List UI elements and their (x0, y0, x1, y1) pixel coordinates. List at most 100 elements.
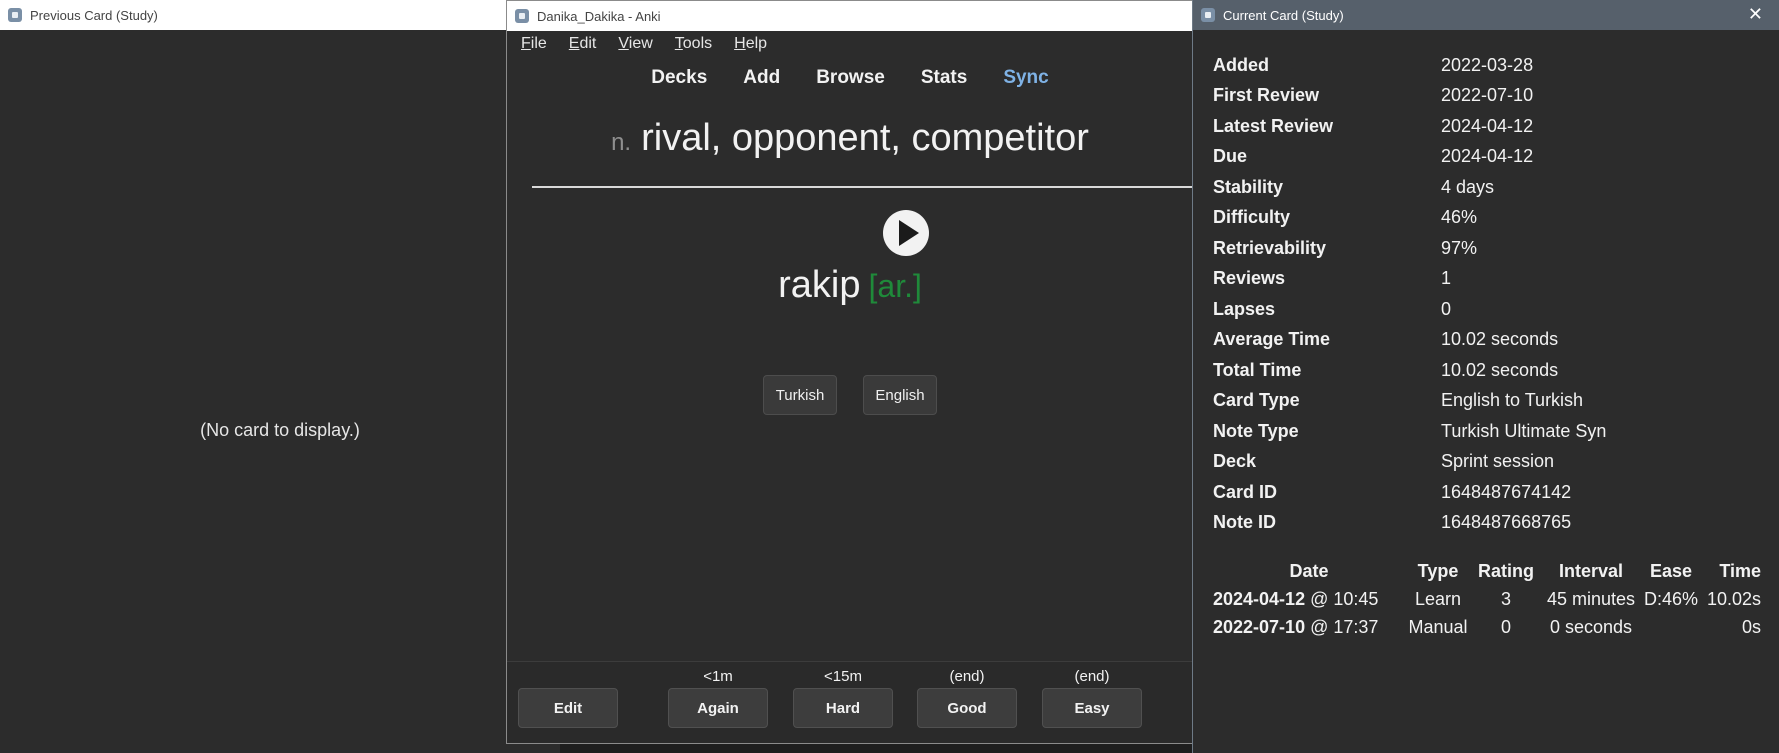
stat-row: Reviews 1 (1213, 264, 1606, 295)
current-card-title: Current Card (Study) (1223, 7, 1344, 23)
stat-row: Difficulty 46% (1213, 203, 1606, 234)
no-card-message: (No card to display.) (200, 420, 360, 440)
card-front: n. rival, opponent, competitor (507, 117, 1193, 160)
stat-label: Lapses (1213, 298, 1276, 319)
table-row: 2024-04-12 @ 10:45 Learn 3 45 minutes D:… (1213, 585, 1761, 613)
hard-interval: <15m (824, 668, 862, 685)
stat-row: First Review 2022-07-10 (1213, 81, 1606, 112)
stat-row: Card ID 1648487674142 (1213, 477, 1606, 508)
stat-value: Turkish Ultimate Syn (1441, 420, 1607, 441)
toolbar-sync[interactable]: Sync (1003, 67, 1048, 89)
origin-tag: [ar.] (868, 268, 922, 304)
menu-bar: File Edit View Tools Help (507, 31, 1193, 57)
hard-button[interactable]: Hard (793, 688, 893, 728)
anki-app-icon (1201, 8, 1215, 22)
toolbar-decks[interactable]: Decks (651, 67, 707, 89)
review-time: 0s (1741, 616, 1761, 637)
col-rating: Rating (1478, 561, 1534, 581)
card-meaning: rival, opponent, competitor (641, 117, 1089, 159)
stat-label: Card Type (1213, 390, 1300, 411)
card-stats: Added 2022-03-28 First Review 2022-07-10 L… (1213, 50, 1606, 538)
stat-value: Sprint session (1441, 451, 1555, 472)
stat-value: 2022-07-10 (1441, 85, 1534, 106)
stat-row: Note Type Turkish Ultimate Syn (1213, 416, 1606, 447)
review-rating: 3 (1500, 588, 1511, 609)
stat-label: Added (1213, 54, 1269, 75)
answer-divider (532, 186, 1193, 188)
toolbar-add[interactable]: Add (743, 67, 780, 89)
review-ease (1641, 613, 1701, 641)
stat-value: 1648487674142 (1441, 481, 1572, 502)
previous-card-title: Previous Card (Study) (30, 7, 158, 23)
table-row: 2022-07-10 @ 17:37 Manual 0 0 seconds 0s (1213, 613, 1761, 641)
review-type: Learn (1414, 588, 1462, 609)
card-content: n. rival, opponent, competitor rakip [ar.]… (507, 99, 1193, 661)
good-button[interactable]: Good (917, 688, 1017, 728)
stat-row: Added 2022-03-28 (1213, 50, 1606, 81)
top-toolbar: Decks Add Browse Stats Sync (507, 57, 1193, 99)
turkish-button[interactable]: Turkish (763, 375, 837, 415)
menu-edit[interactable]: Edit (569, 35, 597, 53)
stat-value: 1 (1441, 268, 1452, 289)
easy-interval: (end) (1074, 668, 1110, 685)
anki-app-icon (8, 8, 22, 22)
stat-row: Latest Review 2024-04-12 (1213, 111, 1606, 142)
current-card-titlebar[interactable]: Current Card (Study) (1193, 0, 1779, 30)
english-button[interactable]: English (863, 375, 937, 415)
review-date: 2024-04-12 @ 10:45 (1213, 588, 1379, 609)
review-rating: 0 (1500, 616, 1511, 637)
good-interval: (end) (949, 668, 985, 685)
col-time: Time (1719, 561, 1761, 581)
anki-app-icon (515, 9, 529, 23)
previous-card-titlebar[interactable]: Previous Card (Study) (0, 0, 560, 30)
stat-value: English to Turkish (1441, 390, 1584, 411)
card-back: rakip [ar.] (507, 264, 1193, 307)
background-window-fragment (560, 744, 1192, 753)
previous-card-window: Previous Card (Study) (No card to displa… (0, 0, 560, 753)
edit-button[interactable]: Edit (518, 688, 618, 728)
stat-label: Retrievability (1213, 237, 1327, 258)
review-interval: 0 seconds (1549, 616, 1633, 637)
close-icon[interactable]: ✕ (1748, 4, 1763, 25)
menu-view[interactable]: View (618, 35, 652, 53)
review-type: Manual (1408, 616, 1468, 637)
stat-row: Due 2024-04-12 (1213, 142, 1606, 173)
stat-row: Card Type English to Turkish (1213, 386, 1606, 417)
review-header-row: Date Type Rating Interval Ease Time (1213, 558, 1761, 585)
stat-row: Total Time 10.02 seconds (1213, 355, 1606, 386)
menu-file[interactable]: File (521, 35, 547, 53)
stat-label: Latest Review (1213, 115, 1334, 136)
stat-value: 2022-03-28 (1441, 54, 1534, 75)
review-date: 2022-07-10 @ 17:37 (1213, 616, 1379, 637)
language-buttons: Turkish English (507, 375, 1193, 415)
stat-row: Retrievability 97% (1213, 233, 1606, 264)
stat-label: First Review (1213, 85, 1320, 106)
easy-button[interactable]: Easy (1042, 688, 1142, 728)
col-ease: Ease (1649, 561, 1693, 581)
main-window-title: Danika_Dakika - Anki (537, 8, 661, 24)
play-audio-icon[interactable] (883, 210, 929, 256)
stat-label: Total Time (1213, 359, 1302, 380)
current-card-window: Current Card (Study) ✕ Added 2022-03-28 F… (1192, 0, 1779, 753)
col-date: Date (1289, 561, 1329, 581)
stat-row: Average Time 10.02 seconds (1213, 325, 1606, 356)
again-button[interactable]: Again (668, 688, 768, 728)
toolbar-stats[interactable]: Stats (921, 67, 967, 89)
stat-value: 97% (1441, 237, 1478, 258)
menu-help[interactable]: Help (734, 35, 767, 53)
main-titlebar[interactable]: Danika_Dakika - Anki (507, 1, 1193, 31)
again-interval: <1m (703, 668, 733, 685)
card-word: rakip (778, 264, 861, 306)
stat-value: 2024-04-12 (1441, 146, 1534, 167)
part-of-speech: n. (611, 129, 632, 156)
stat-value: 10.02 seconds (1441, 359, 1559, 380)
menu-tools[interactable]: Tools (675, 35, 712, 53)
toolbar-browse[interactable]: Browse (816, 67, 885, 89)
stat-value: 10.02 seconds (1441, 329, 1559, 350)
anki-main-window: Danika_Dakika - Anki File Edit View Tool… (506, 0, 1194, 744)
stat-label: Card ID (1213, 481, 1278, 502)
stat-label: Average Time (1213, 329, 1331, 350)
review-ease: D:46% (1643, 588, 1699, 609)
stat-row: Stability 4 days (1213, 172, 1606, 203)
stat-value: 1648487668765 (1441, 512, 1572, 533)
